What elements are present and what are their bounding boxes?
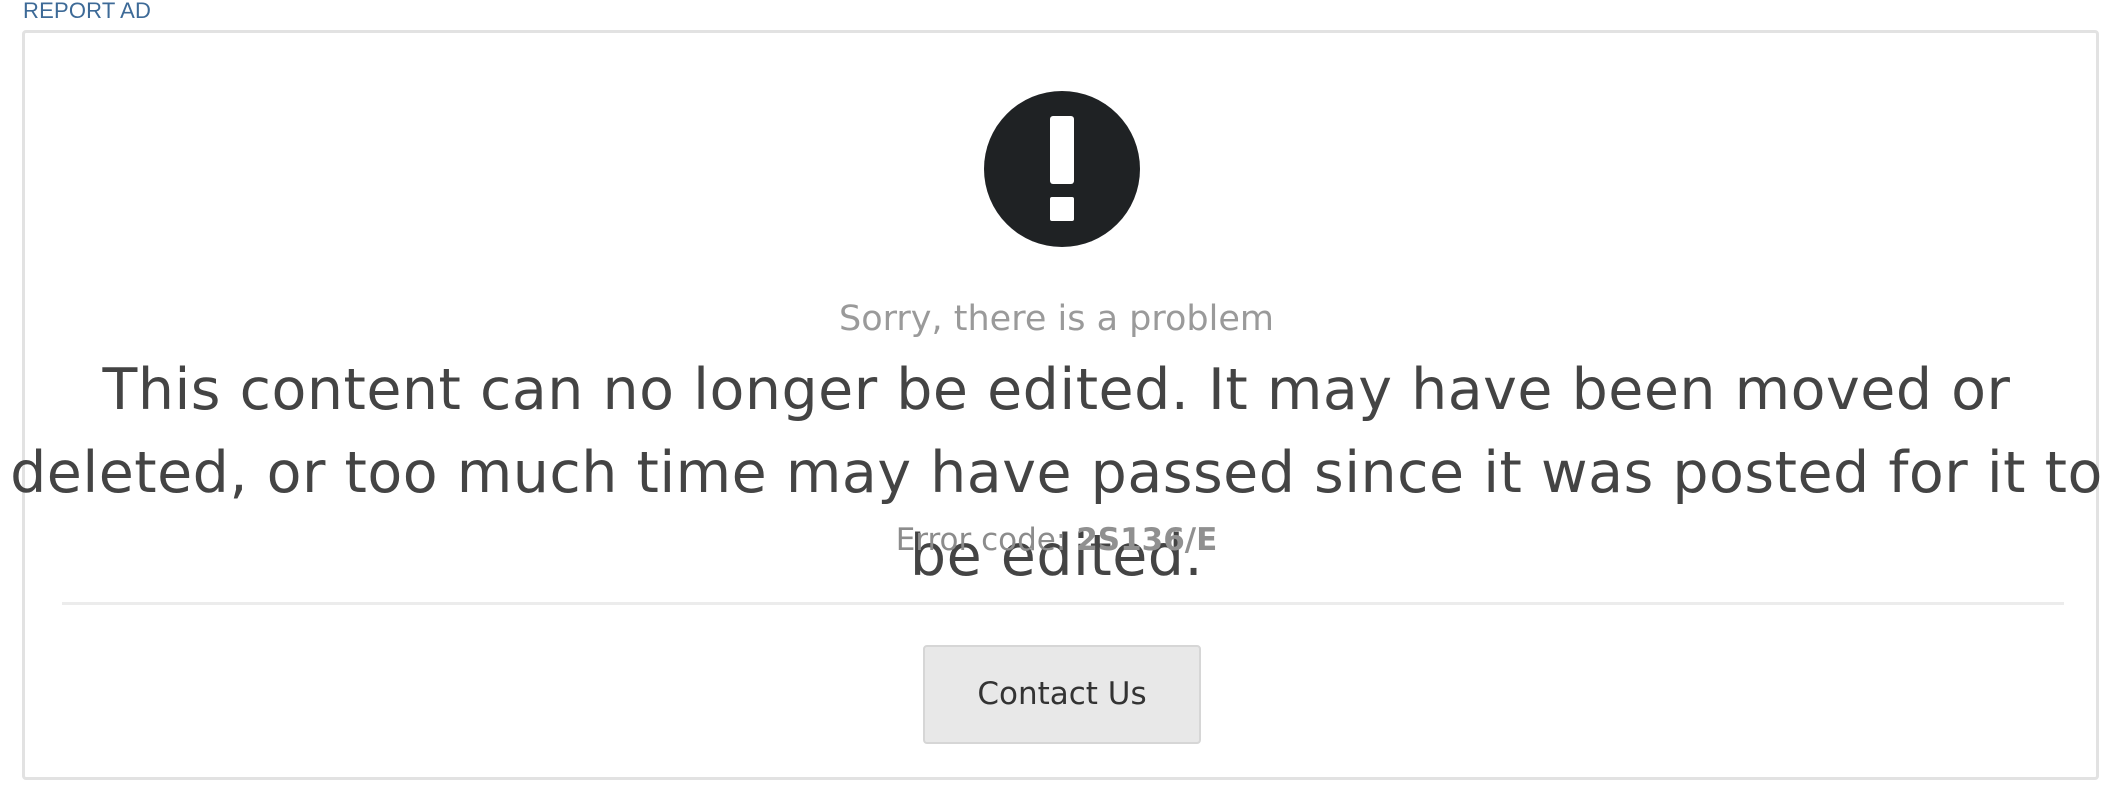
contact-us-button[interactable]: Contact Us <box>923 645 1201 744</box>
error-code-label: Error code: <box>895 522 1077 558</box>
error-code: Error code: 2S136/E <box>0 519 2113 561</box>
divider <box>62 602 2064 605</box>
report-ad-link[interactable]: REPORT AD <box>23 0 151 22</box>
error-code-value: 2S136/E <box>1076 522 1218 558</box>
exclamation-circle-icon <box>984 91 1140 247</box>
page: REPORT AD Sorry, there is a problem This… <box>0 0 2113 786</box>
error-subtitle: Sorry, there is a problem <box>839 299 1274 339</box>
